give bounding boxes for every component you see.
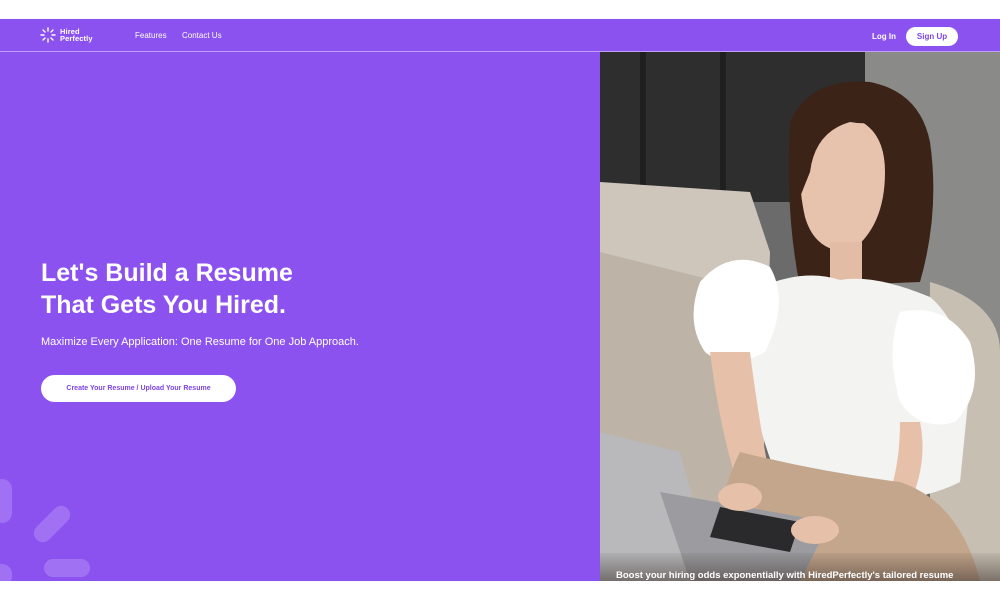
hero-photo: Boost your hiring odds exponentially wit… (600, 52, 1000, 581)
login-link[interactable]: Log In (872, 32, 896, 41)
decorative-shape (0, 564, 12, 581)
brand-name-line2: Perfectly (60, 34, 93, 43)
signup-button[interactable]: Sign Up (906, 27, 958, 46)
brand-name: Hired Perfectly (60, 28, 93, 43)
hero-title: Let's Build a Resume That Gets You Hired… (41, 257, 561, 321)
hero-subtitle: Maximize Every Application: One Resume f… (41, 336, 359, 348)
decorative-shape (0, 479, 12, 523)
sparkle-burst-icon (40, 27, 56, 43)
decorative-shape (30, 502, 74, 546)
woman-using-laptop-photo (600, 52, 1000, 581)
hero-title-line1: Let's Build a Resume (41, 259, 293, 287)
page: Hired Perfectly Features Contact Us Log … (0, 19, 1000, 581)
top-navbar: Hired Perfectly Features Contact Us Log … (0, 19, 1000, 52)
nav-link-contact-us[interactable]: Contact Us (182, 31, 222, 40)
hero-title-line2: That Gets You Hired. (41, 291, 286, 319)
photo-caption: Boost your hiring odds exponentially wit… (616, 570, 954, 581)
nav-link-features[interactable]: Features (135, 31, 167, 40)
brand-logo[interactable]: Hired Perfectly (40, 27, 93, 43)
decorative-shape (44, 559, 90, 577)
create-upload-resume-button[interactable]: Create Your Resume / Upload Your Resume (41, 375, 236, 402)
